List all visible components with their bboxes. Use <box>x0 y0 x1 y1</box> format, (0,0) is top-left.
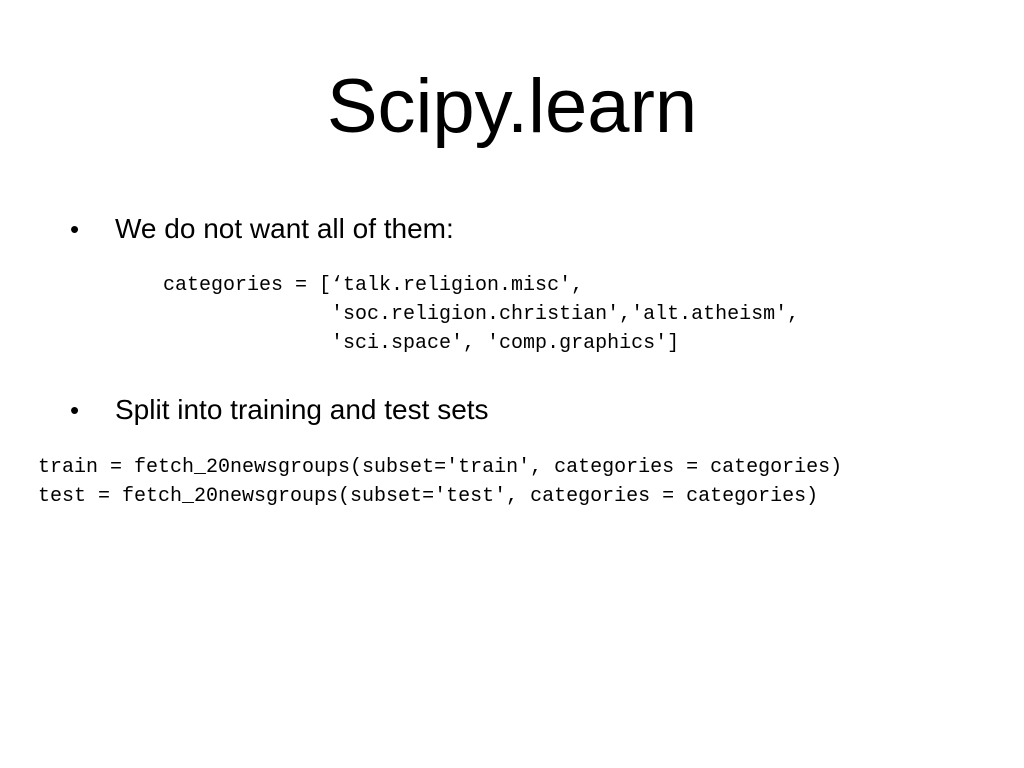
bullet-text: We do not want all of them: <box>115 213 454 244</box>
code-block-categories: categories = [‘talk.religion.misc', 'soc… <box>163 271 799 358</box>
code-line: categories = [‘talk.religion.misc', <box>163 274 584 297</box>
code-line: train = fetch_20newsgroups(subset='train… <box>38 456 843 479</box>
code-line: 'sci.space', 'comp.graphics'] <box>163 332 680 355</box>
slide-title: Scipy.learn <box>326 64 698 149</box>
slide: Scipy.learn • We do not want all of them… <box>0 0 1024 768</box>
bullet-icon: • <box>70 214 80 244</box>
code-line: test = fetch_20newsgroups(subset='test',… <box>38 485 819 508</box>
code-block-train-test-split: train = fetch_20newsgroups(subset='train… <box>38 453 842 511</box>
bullet-icon: • <box>70 395 80 425</box>
bullet-text: Split into training and test sets <box>115 394 489 425</box>
code-line: 'soc.religion.christian','alt.atheism', <box>163 303 800 326</box>
